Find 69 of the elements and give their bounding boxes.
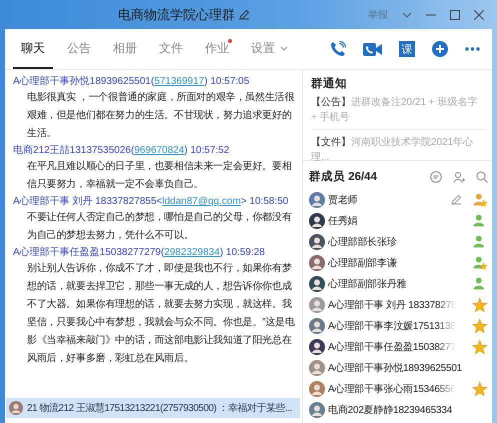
tab[interactable]: 文件 [151,29,191,69]
member-name: A心理部干事李汶媛17513138 [328,320,456,332]
member-row[interactable]: 心理部部长张珍 [309,231,488,252]
message-header: A心理部干事任盈盈15038277279(2982329834) 10:59:28 [13,246,266,260]
add-icon[interactable] [432,41,448,57]
message-time: 10:57:52 [190,145,230,156]
tab[interactable]: 聊天 [13,29,53,69]
avatar-icon [309,234,325,250]
avatar-icon [309,402,325,418]
chevron-down-icon[interactable] [402,12,412,18]
more-icon[interactable] [465,47,480,51]
avatar-icon [309,276,325,292]
member-row[interactable]: 任秀娟 [309,210,488,231]
search-icon[interactable] [476,170,488,182]
avatar-icon [309,212,325,228]
add-person-icon[interactable] [453,170,465,182]
pencil-icon[interactable] [239,9,250,20]
tab[interactable]: 相册 [105,29,145,69]
member-name: 心理部副部张丹雅 [328,278,406,290]
member-row[interactable]: A心理部干事张心雨15346556 [309,378,488,399]
minimize-icon[interactable] [426,14,436,16]
message-time: 10:59:28 [226,247,265,258]
message-header: 电商212王喆13137535026(969670824) 10:57:52 [13,144,230,158]
member-row[interactable]: A心理部干事孙悦18939625501 [309,357,488,378]
phone-icon[interactable] [330,41,346,57]
tab[interactable]: 公告 [59,29,99,69]
message-text: 别让别人告诉你，你成不了才，即使是我也不行，如果你有梦想的话，就要去捍卫它，那些一事无成的人，想告诉你你也成不了大器。如果你有理想的话，就要去努力实现，就这样。我坚信，只要我心中有梦想，我就会与众不同。你也是。”这是电影《当幸福来敲门》中的话，而这部电影让我知道了阳光总在风雨后，好事多磨，彩虹总在风雨后。 [26,262,296,366]
avatar-icon [309,360,325,376]
close-icon[interactable] [474,10,484,20]
course-button[interactable]: 课 [399,41,415,57]
message-text: 在平凡且难以顺心的日子里，也要相信未来一定会更好。要相信只要努力，幸福就一定不会辜负自己。 [26,160,293,192]
message-time: 10:57:05 [210,76,250,87]
tab[interactable]: 设置 [243,29,296,69]
message-time: 10:58:50 [249,196,288,207]
tab[interactable]: 作业 [197,29,237,69]
avatar-icon [309,254,325,270]
avatar-icon [309,318,325,334]
message-ticker[interactable]: 21 物流212 王淑慧17513213221(2757930500) ：幸福对于某些... [6,398,300,418]
chat-bubble-icon[interactable] [430,170,442,182]
member-name: 心理部部长张珍 [328,236,397,248]
video-camera-icon[interactable] [363,42,382,56]
member-row[interactable]: 心理部副部李谦 [309,252,488,273]
member-name: 贾老师 [328,194,358,206]
member-row[interactable]: A心理部干事李汶媛17513138 [309,315,488,336]
message-text: 不要让任何人否定自己的梦想，哪怕是自己的父母，你都没有为自己的梦想去努力，凭什么不可以。 [26,210,293,243]
member-row[interactable]: 电商202夏静静18239465334 [309,399,488,420]
message-preview: 21 物流212 王淑慧17513213221(2757930500) ：幸福对于某些... [27,402,292,415]
member-name: 任秀娟 [328,214,358,228]
message-header: A心理部干事孙悦18939625501(571369917) 10:57:05 [13,74,250,89]
maximize-icon[interactable] [450,10,460,20]
avatar-icon [309,338,325,354]
member-name: A心理部干事孙悦18939625501 [328,362,462,374]
member-name: 电商202夏静静18239465334 [328,404,452,416]
notice-item[interactable]: 【公告】进群改备注20/21 + 班级名字 + 手机号 [311,95,486,130]
avatar-icon [309,296,325,312]
member-name: A心理部干事张心雨15346556 [328,382,456,396]
member-row[interactable]: 心理部副部张丹雅 [309,273,488,294]
avatar-icon [9,401,23,415]
window-title: 电商物流学院心理群 [118,6,235,24]
message-header: A心理部干事 刘丹 18337827855<lddan87@qq.com> 10:58:50 [13,194,290,209]
pencil-icon[interactable] [451,194,462,205]
member-name: 心理部副部李谦 [328,256,397,270]
message-text: 电影很真实 ，一个很普通的家庭，所面对的艰辛，虽然生活很艰难，但是他们都在努力的生活。不甘现状，努力追求更好的生活。 [26,90,296,141]
avatar-icon [309,192,325,208]
member-row[interactable]: 贾老师 [309,189,488,210]
members-heading: 群成员 26/44 [309,169,377,184]
notice-item[interactable]: 【文件】河南职业技术学院2021年心理... [311,135,486,169]
avatar-icon [309,380,325,396]
notice-heading: 群通知 [311,76,348,91]
